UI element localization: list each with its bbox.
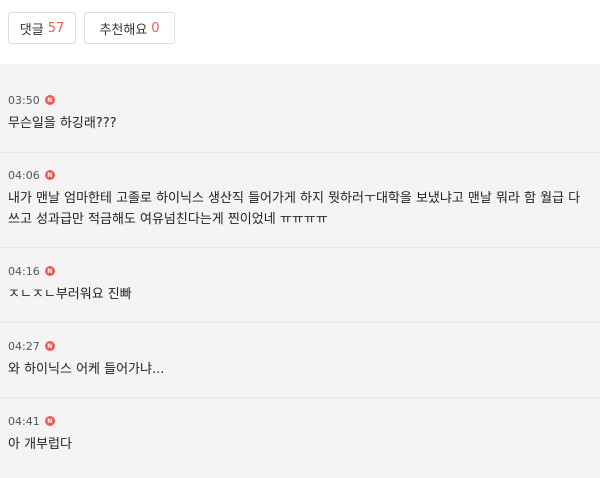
comment-divider	[0, 322, 600, 323]
comment-divider	[0, 247, 600, 248]
new-badge-icon: N	[44, 416, 55, 426]
comment-divider	[0, 397, 600, 398]
new-badge-icon: N	[44, 266, 55, 276]
new-badge-icon: N	[44, 170, 55, 180]
comment-tabs-bar: 댓글 57 추천해요 0	[0, 0, 600, 64]
comment-meta: 04:41 N	[8, 414, 592, 428]
comment-time: 04:06	[8, 168, 40, 182]
tab-recommend-label: 추천해요	[99, 22, 148, 38]
comment-item: 04:27 N 와 하이닉스 어케 들어가냐...	[8, 339, 592, 380]
comment-item: 04:16 N ㅈㄴㅈㄴ부러워요 진빠	[8, 264, 592, 305]
comment-text: 내가 맨날 엄마한테 고졸로 하이닉스 생산직 들어가게 하지 뭣하러ㅜ대학을 …	[8, 191, 581, 227]
comment-meta: 04:16 N	[8, 264, 592, 278]
comment-time: 04:41	[8, 414, 40, 428]
tab-comments[interactable]: 댓글 57	[8, 12, 76, 44]
comment-time: 04:16	[8, 264, 40, 278]
comment-meta: 04:06 N	[8, 168, 592, 182]
new-badge-icon: N	[44, 341, 55, 351]
tab-recommend[interactable]: 추천해요 0	[84, 12, 175, 44]
comment-item: 04:06 N 내가 맨날 엄마한테 고졸로 하이닉스 생산직 들어가게 하지 …	[8, 168, 592, 230]
comment-time: 03:50	[8, 93, 40, 107]
tab-comments-label: 댓글	[19, 22, 44, 38]
comment-item: 04:41 N 아 개부럽다	[8, 414, 592, 455]
comment-text: ㅈㄴㅈㄴ부러워요 진빠	[8, 287, 132, 302]
comment-divider	[0, 152, 600, 153]
comment-meta: 04:27 N	[8, 339, 592, 353]
comment-meta: 03:50 N	[8, 93, 592, 107]
tab-comments-count: 57	[47, 20, 65, 36]
comment-list: 03:50 N 무슨일을 하깅래??? 04:06 N 내가 맨날 엄마한테 고…	[0, 64, 600, 478]
comment-item: 03:50 N 무슨일을 하깅래???	[8, 93, 592, 134]
new-badge-icon: N	[44, 95, 55, 105]
comment-text: 무슨일을 하깅래???	[8, 116, 117, 131]
comment-text: 와 하이닉스 어케 들어가냐...	[8, 362, 165, 377]
comment-text: 아 개부럽다	[8, 437, 72, 452]
tab-recommend-count: 0	[151, 20, 160, 36]
comment-time: 04:27	[8, 339, 40, 353]
